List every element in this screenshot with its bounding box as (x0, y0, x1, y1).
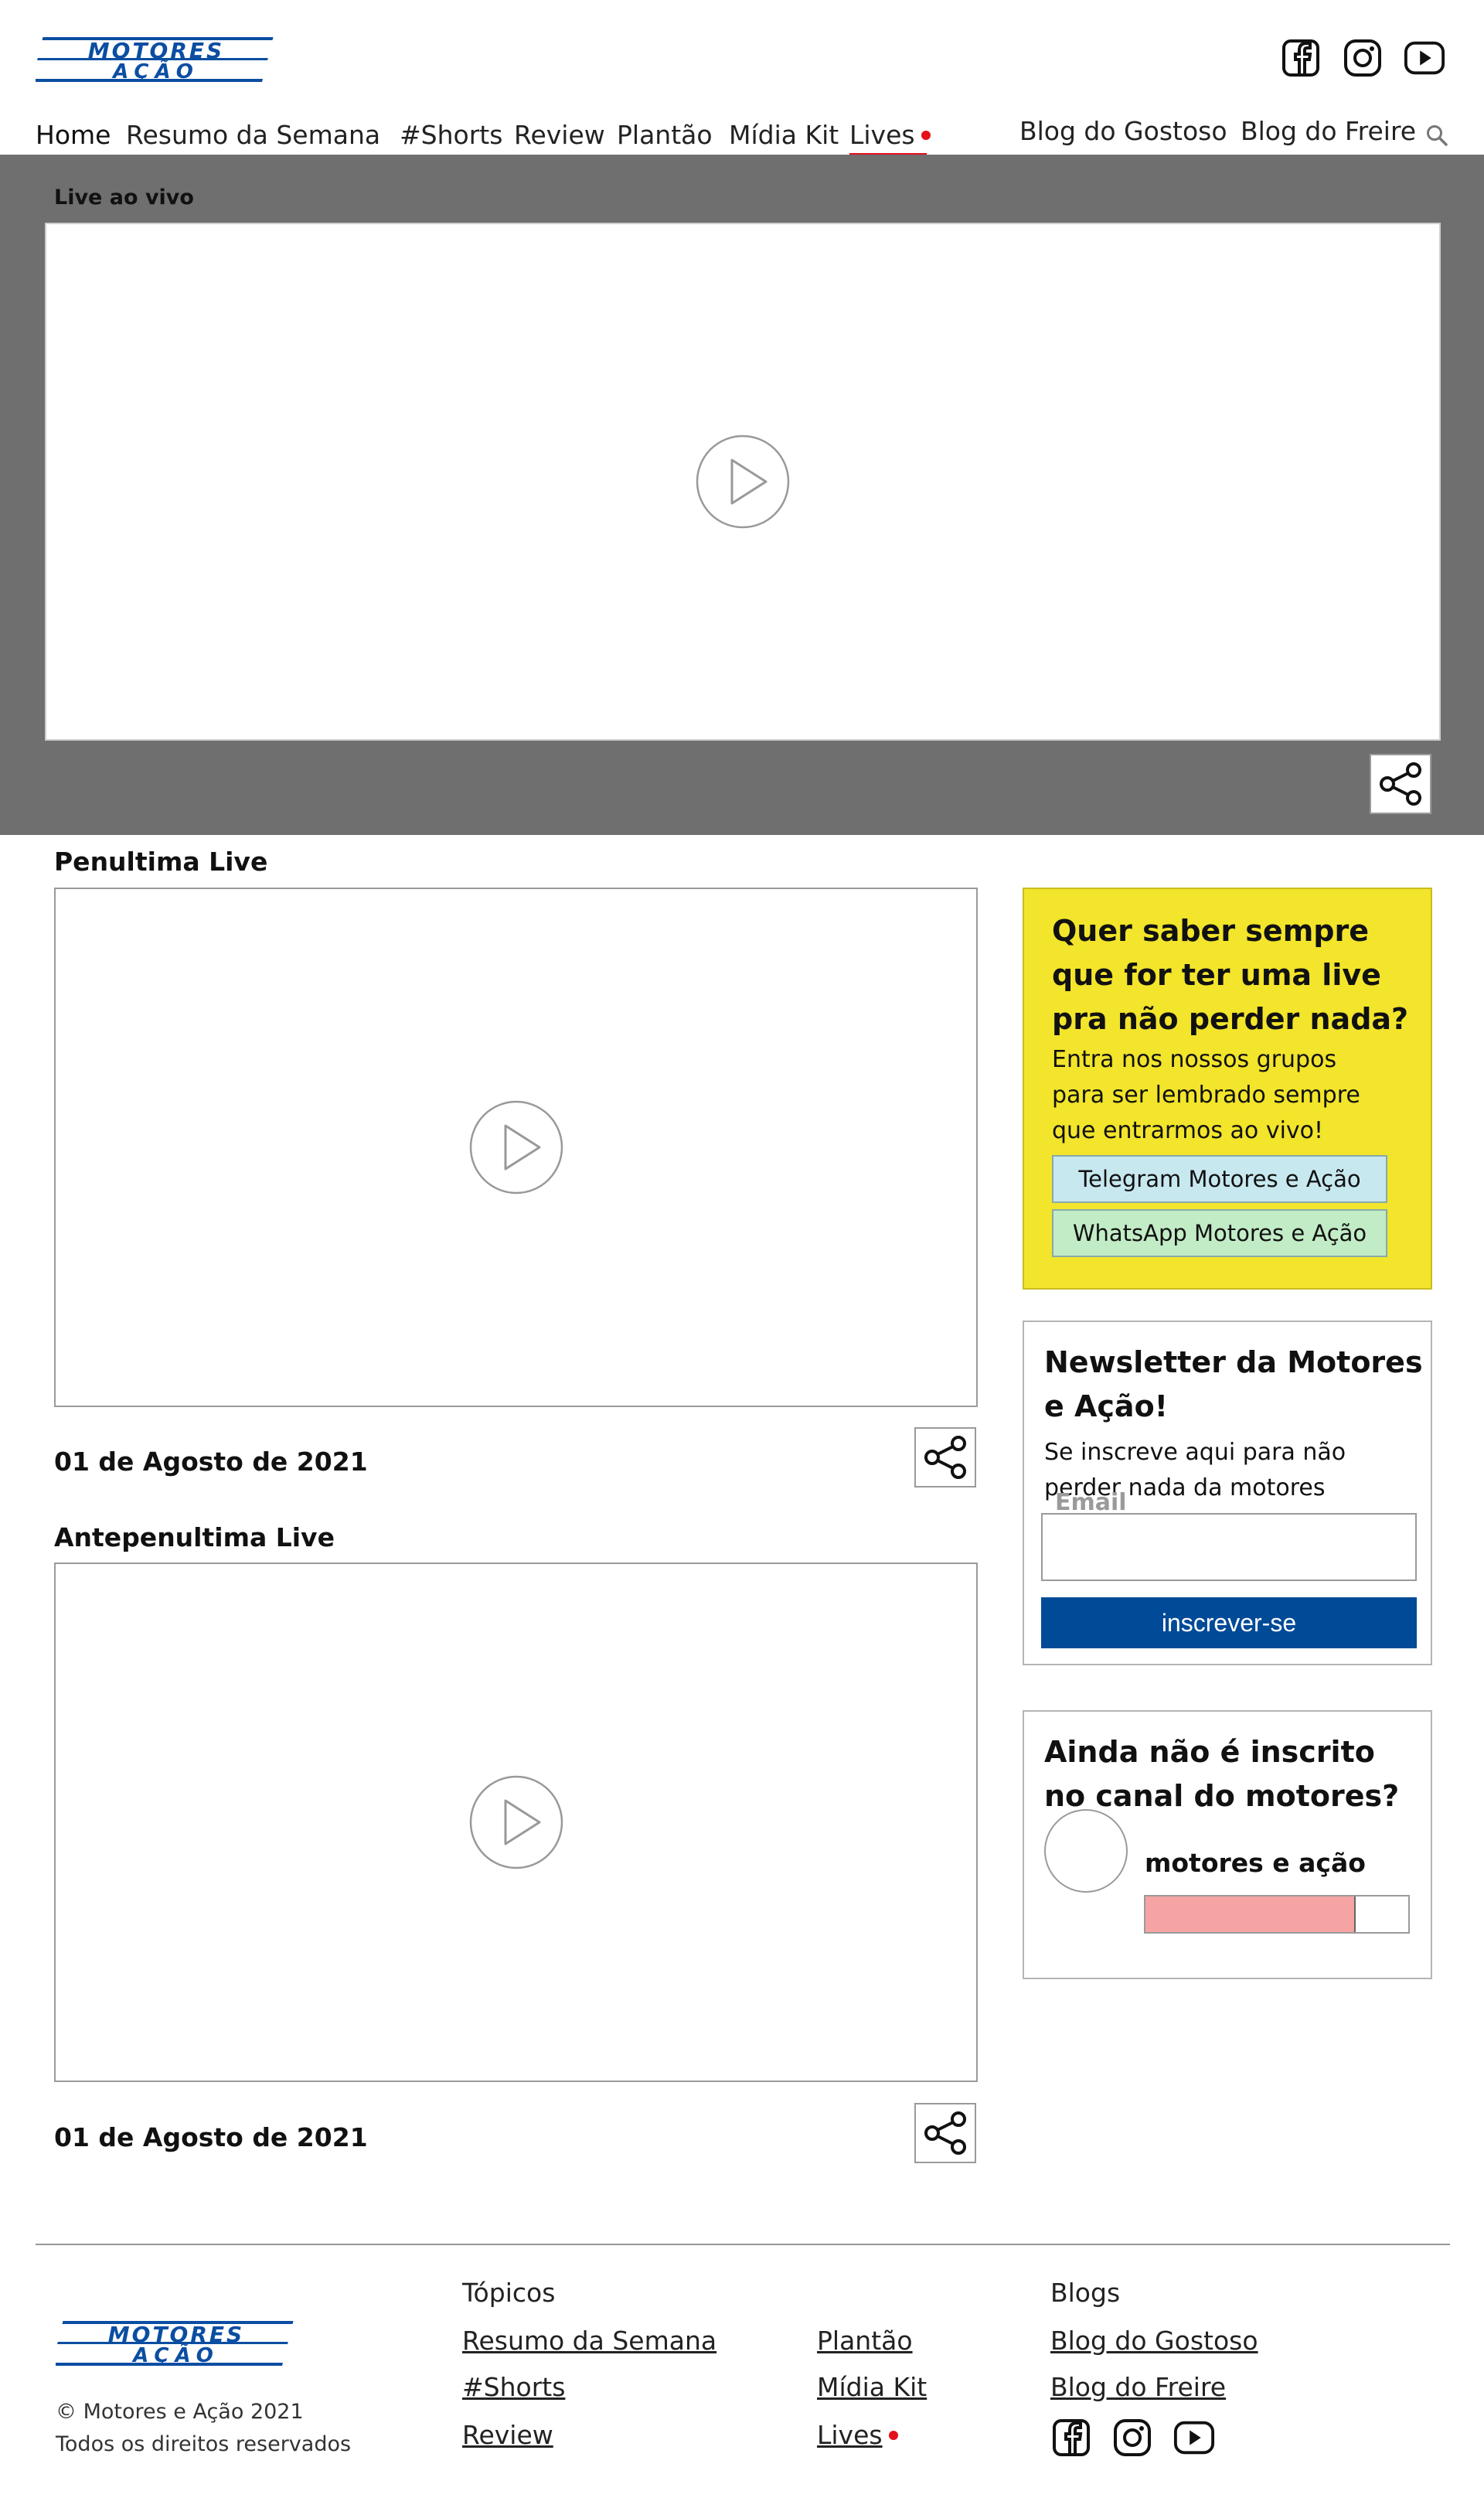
antepenultima-video-player[interactable] (54, 1563, 978, 2082)
live-indicator-dot (921, 130, 931, 140)
promo-text: Entra nos nossos grupos para ser lembrad… (1052, 1046, 1360, 1144)
channel-subscribe-bar-fill (1145, 1896, 1356, 1932)
facebook-link[interactable] (1280, 37, 1322, 79)
whatsapp-group-button[interactable]: WhatsApp Motores e Ação (1052, 1209, 1387, 1257)
live-share-button[interactable] (1370, 754, 1431, 814)
footer-copyright: © Motores e Ação 2021 (56, 2400, 304, 2424)
search-icon (1427, 125, 1448, 146)
footer-brand-logo[interactable]: MOTORES AÇÃO (56, 2319, 297, 2367)
facebook-icon (1282, 39, 1319, 77)
penultima-video-player[interactable] (54, 888, 978, 1407)
footer-divider (36, 2244, 1450, 2245)
nav-home[interactable]: Home (36, 116, 111, 155)
section-title-antepenultima: Antepenultima Live (54, 1522, 335, 1552)
footer-link-lives-label: Lives (817, 2420, 883, 2450)
antepenultima-share-button[interactable] (914, 2103, 976, 2163)
telegram-group-button[interactable]: Telegram Motores e Ação (1052, 1155, 1387, 1203)
share-icon (924, 1436, 966, 1479)
youtube-icon (1404, 41, 1445, 75)
youtube-icon (1173, 2421, 1215, 2455)
play-icon[interactable] (468, 1774, 564, 1870)
live-indicator-dot (888, 2430, 898, 2440)
footer-link-resumo-da-semana[interactable]: Resumo da Semana (462, 2326, 716, 2356)
nav-lives[interactable]: Lives (849, 116, 931, 155)
search-button[interactable] (1425, 124, 1448, 147)
channel-title: Ainda não é inscrito no canal do motores… (1044, 1735, 1400, 1813)
footer-link-blog-do-freire[interactable]: Blog do Freire (1050, 2372, 1226, 2402)
nav-blog-do-freire[interactable]: Blog do Freire (1241, 112, 1416, 151)
instagram-link[interactable] (1342, 37, 1384, 79)
instagram-icon (1344, 39, 1381, 77)
footer-logo-line2: AÇÃO (131, 2343, 220, 2367)
footer-link-midia-kit[interactable]: Mídia Kit (817, 2372, 927, 2402)
footer-blogs-heading: Blogs (1050, 2278, 1121, 2308)
play-icon[interactable] (468, 1099, 564, 1195)
share-icon (1380, 762, 1421, 806)
play-icon[interactable] (695, 434, 791, 530)
footer-link-blog-do-gostoso[interactable]: Blog do Gostoso (1050, 2326, 1258, 2356)
channel-subscribe-box: Ainda não é inscrito no canal do motores… (1023, 1710, 1432, 1979)
footer-topics-heading: Tópicos (462, 2278, 556, 2308)
nav-lives-label: Lives (849, 120, 915, 150)
live-hero-label: Live ao vivo (54, 186, 194, 210)
share-icon (924, 2111, 966, 2155)
live-groups-promo: Quer saber sempre que for ter uma live p… (1023, 888, 1432, 1290)
channel-subscribe-button[interactable] (1144, 1895, 1410, 1934)
section-title-penultima: Penultima Live (54, 847, 268, 877)
footer-link-lives[interactable]: Lives (817, 2420, 898, 2450)
footer-rights: Todos os direitos reservados (56, 2432, 352, 2456)
facebook-icon (1053, 2419, 1090, 2456)
newsletter-subscribe-button[interactable]: inscrever-se (1041, 1597, 1417, 1648)
nav-resumo-da-semana[interactable]: Resumo da Semana (126, 116, 380, 155)
newsletter-email-label: Email (1055, 1489, 1127, 1516)
instagram-icon (1114, 2419, 1151, 2456)
brand-logo[interactable]: MOTORES AÇÃO (36, 36, 277, 83)
newsletter-box: Newsletter da Motores e Ação! Se inscrev… (1023, 1321, 1432, 1665)
footer-youtube-link[interactable] (1173, 2417, 1215, 2459)
footer-link-review[interactable]: Review (462, 2420, 553, 2450)
footer-facebook-link[interactable] (1050, 2417, 1092, 2459)
footer-link-shorts[interactable]: #Shorts (462, 2372, 565, 2402)
nav-review[interactable]: Review (514, 116, 605, 155)
youtube-link[interactable] (1404, 37, 1445, 79)
channel-avatar (1044, 1809, 1128, 1893)
promo-title: Quer saber sempre que for ter uma live p… (1052, 914, 1409, 1036)
nav-shorts[interactable]: #Shorts (400, 116, 502, 155)
antepenultima-date: 01 de Agosto de 2021 (54, 2122, 368, 2152)
nav-plantao[interactable]: Plantão (617, 116, 713, 155)
penultima-share-button[interactable] (914, 1427, 976, 1488)
channel-name: motores e ação (1145, 1848, 1366, 1878)
brand-logo-line2: AÇÃO (111, 59, 199, 83)
live-video-player[interactable] (45, 223, 1441, 741)
nav-midia-kit[interactable]: Mídia Kit (729, 116, 839, 155)
footer-instagram-link[interactable] (1111, 2417, 1153, 2459)
nav-blog-do-gostoso[interactable]: Blog do Gostoso (1019, 112, 1227, 151)
newsletter-title: Newsletter da Motores e Ação! (1044, 1345, 1423, 1423)
footer-link-plantao[interactable]: Plantão (817, 2326, 913, 2356)
penultima-date: 01 de Agosto de 2021 (54, 1447, 368, 1477)
newsletter-email-input[interactable] (1041, 1513, 1417, 1581)
